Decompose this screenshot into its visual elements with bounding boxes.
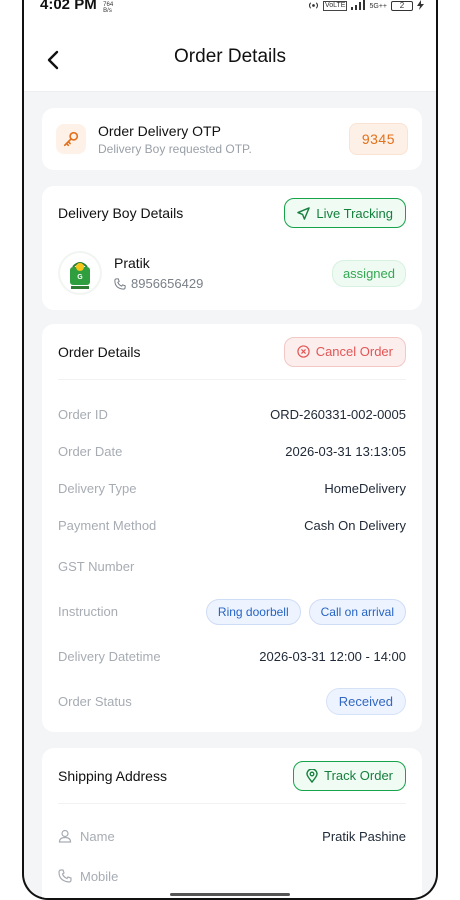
status-badge: assigned [331, 259, 406, 287]
cancel-order-label: Cancel Order [315, 344, 393, 359]
order-status-label: Order Status [58, 694, 132, 709]
app-bar: Order Details [24, 22, 436, 92]
shipping-name-key: Name [58, 829, 115, 844]
charging-icon [417, 0, 424, 12]
otp-title: Order Delivery OTP [98, 122, 221, 139]
phone-icon [114, 277, 126, 290]
delivery-boy-title: Delivery Boy Details [58, 205, 184, 221]
shipping-header: Shipping Address Track Order [58, 748, 406, 804]
delivery-boy-phone[interactable]: 8956656429 [114, 276, 332, 291]
volte-badge: VoLTE [322, 1, 348, 11]
gst-number-label: GST Number [58, 559, 135, 574]
x-circle-icon [297, 345, 310, 358]
shipping-mobile-row: Mobile [58, 856, 406, 896]
battery-icon: 2 [391, 1, 413, 11]
net-speed-unit: B/s [103, 8, 112, 14]
shipping-name-value: Pratik Pashine [322, 828, 406, 844]
otp-card: Order Delivery OTP Delivery Boy requeste… [42, 108, 422, 170]
user-icon [58, 829, 72, 843]
grocery-bag-logo-icon: G [60, 253, 100, 293]
track-order-label: Track Order [324, 768, 393, 783]
order-date-row: Order Date 2026-03-31 13:13:05 [58, 433, 406, 470]
delivery-type-label: Delivery Type [58, 481, 137, 496]
delivery-datetime-label: Delivery Datetime [58, 649, 161, 664]
shipping-name-label: Name [80, 828, 115, 844]
delivery-type-row: Delivery Type HomeDelivery [58, 470, 406, 507]
shipping-address-card: Shipping Address Track Order Name Pratik… [42, 748, 422, 898]
delivery-boy-info: Pratik 8956656429 [114, 255, 332, 291]
delivery-boy-row: G Pratik 8956656429 assigned [58, 240, 406, 306]
key-icon [56, 124, 86, 154]
net-speed: 764 B/s [103, 2, 113, 14]
instruction-chip: Ring doorbell [205, 598, 301, 625]
order-id-value: ORD-260331-002-0005 [270, 407, 406, 422]
shipping-mobile-label: Mobile [80, 868, 119, 884]
otp-subtitle: Delivery Boy requested OTP. [98, 141, 252, 156]
instruction-chips: Ring doorbell Call on arrival [205, 598, 406, 625]
live-tracking-label: Live Tracking [316, 205, 393, 221]
phone-frame: 4:02 PM 764 B/s VoLTE 5G++ 2 Order Detail… [22, 0, 438, 900]
network-type: 5G++ [369, 2, 387, 10]
hotspot-icon [308, 0, 319, 13]
shipping-rows: Name Pratik Pashine Mobile [58, 804, 406, 896]
delivery-datetime-value: 2026-03-31 12:00 - 14:00 [259, 649, 406, 664]
payment-method-value: Cash On Delivery [304, 518, 406, 533]
instruction-row: Instruction Ring doorbell Call on arriva… [58, 589, 406, 634]
status-time: 4:02 PM [40, 0, 97, 13]
shipping-mobile-key: Mobile [58, 869, 118, 884]
phone-icon [58, 869, 72, 883]
order-details-title: Order Details [58, 343, 141, 360]
order-rows: Order ID ORD-260331-002-0005 Order Date … [58, 380, 406, 724]
gst-number-row: GST Number [58, 544, 406, 589]
order-id-row: Order ID ORD-260331-002-0005 [58, 396, 406, 433]
order-date-label: Order Date [58, 444, 123, 459]
status-bar: 4:02 PM 764 B/s VoLTE 5G++ 2 [24, 0, 436, 22]
page-title: Order Details [174, 45, 286, 67]
navigation-arrow-icon [297, 206, 311, 220]
map-pin-icon [306, 768, 318, 783]
track-order-button[interactable]: Track Order [293, 760, 406, 791]
svg-text:G: G [77, 274, 83, 281]
otp-code: 9345 [348, 123, 408, 155]
order-status-row: Order Status Received [58, 679, 406, 724]
status-left: 4:02 PM 764 B/s [40, 0, 113, 20]
instruction-label: Instruction [58, 604, 118, 619]
order-details-card: Order Details Cancel Order Order ID ORD-… [42, 324, 422, 732]
order-id-label: Order ID [58, 407, 108, 422]
status-icons: VoLTE 5G++ 2 [308, 0, 424, 13]
arrow-left-icon [47, 50, 59, 70]
signal-icon [351, 0, 366, 12]
otp-texts: Order Delivery OTP Delivery Boy requeste… [98, 123, 349, 156]
home-indicator [170, 893, 290, 896]
shipping-name-row: Name Pratik Pashine [58, 816, 406, 856]
delivery-type-value: HomeDelivery [324, 481, 406, 496]
order-details-header: Order Details Cancel Order [58, 324, 406, 380]
delivery-boy-phone-number: 8956656429 [131, 276, 204, 291]
payment-method-label: Payment Method [58, 518, 157, 533]
instruction-chip: Call on arrival [308, 598, 406, 625]
live-tracking-button[interactable]: Live Tracking [284, 198, 406, 228]
order-status-badge: Received [325, 688, 406, 715]
back-button[interactable] [40, 46, 68, 74]
order-date-value: 2026-03-31 13:13:05 [285, 444, 406, 459]
shipping-title: Shipping Address [58, 767, 167, 784]
delivery-boy-card: Delivery Boy Details Live Tracking G Pra… [42, 186, 422, 310]
delivery-boy-name: Pratik [114, 255, 150, 271]
delivery-boy-header: Delivery Boy Details Live Tracking [58, 186, 406, 240]
delivery-datetime-row: Delivery Datetime 2026-03-31 12:00 - 14:… [58, 634, 406, 679]
avatar: G [58, 251, 102, 295]
cancel-order-button[interactable]: Cancel Order [283, 336, 406, 367]
payment-method-row: Payment Method Cash On Delivery [58, 507, 406, 544]
